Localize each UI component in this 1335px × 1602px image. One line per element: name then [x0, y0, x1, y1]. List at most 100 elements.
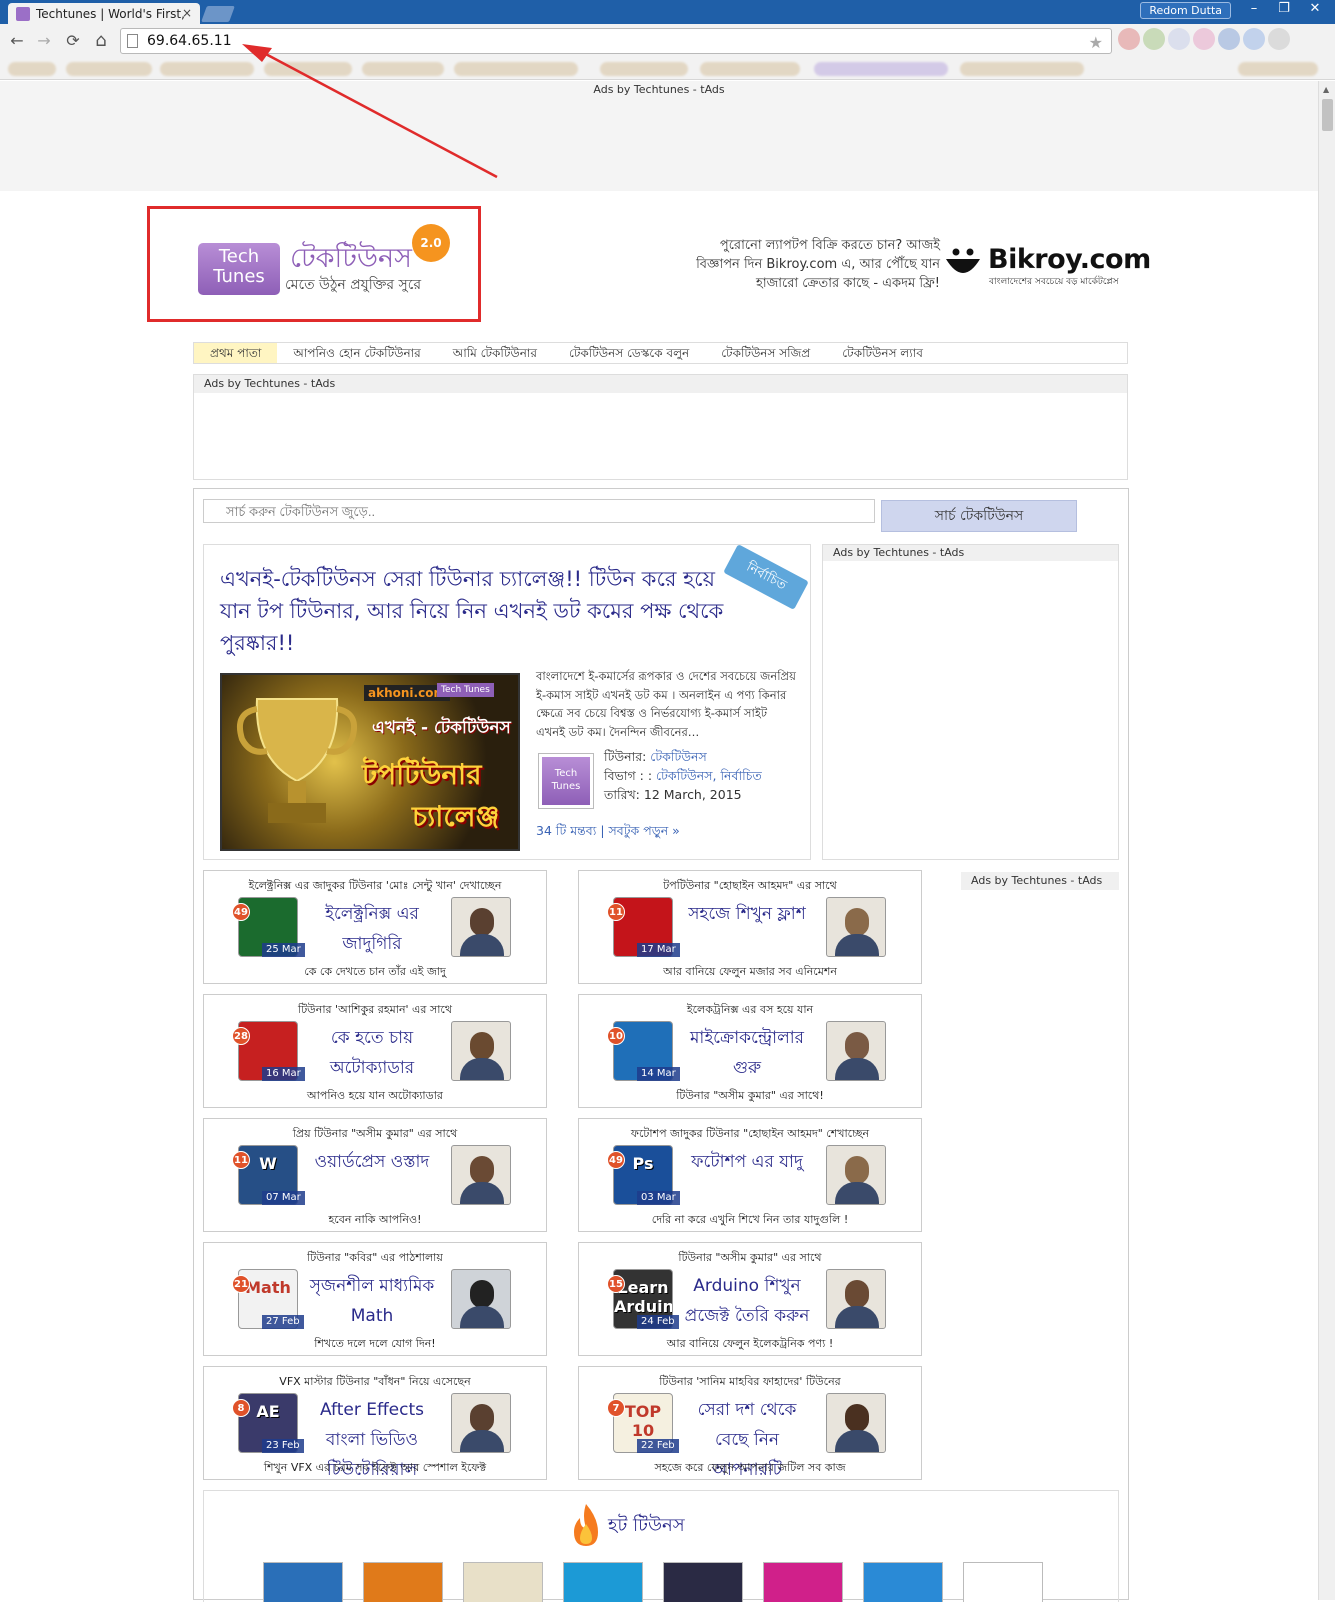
- card-title[interactable]: Arduino শিখুন প্রজেক্ট তৈরি করুন: [679, 1271, 815, 1331]
- hot-tune-thumb[interactable]: [963, 1562, 1043, 1602]
- card-title[interactable]: কে হতে চায় অটোক্যাডার: [304, 1023, 440, 1083]
- tuner-photo[interactable]: [451, 897, 511, 957]
- course-card[interactable]: টিউনার "কবির" এর পাঠশালায় Math 27 Feb 21 সৃ…: [203, 1242, 547, 1356]
- bookmark-item[interactable]: [1238, 62, 1318, 76]
- page-scrollbar[interactable]: ▲: [1318, 81, 1335, 1600]
- comments-read-more-link[interactable]: 34 টি মন্তব্য | সবটুক পড়ুন »: [536, 823, 680, 843]
- reload-icon[interactable]: ⟳: [62, 30, 84, 52]
- bookmark-item[interactable]: [362, 62, 444, 76]
- bookmark-item[interactable]: [264, 62, 352, 76]
- bookmark-item[interactable]: [454, 62, 578, 76]
- search-button[interactable]: সার্চ টেকটিউনস: [881, 500, 1077, 532]
- featured-title[interactable]: এখনই-টেকটিউনস সেরা টিউনার চ্যালেঞ্জ!! টি…: [220, 563, 730, 659]
- featured-image[interactable]: akhoni.com Tech Tunes এখনই - টেকটিউনস টপ…: [220, 673, 520, 851]
- card-footer: শিখুন VFX এর চরম সব ইফেক্ট আর স্পেশাল ইফ…: [263, 1461, 487, 1474]
- extension-icon[interactable]: [1268, 28, 1290, 50]
- card-title[interactable]: সহজে শিখুন ফ্লাশ: [679, 899, 815, 929]
- hot-tune-thumb[interactable]: [663, 1562, 743, 1602]
- person-body: [460, 1058, 504, 1080]
- hot-tune-thumb[interactable]: [763, 1562, 843, 1602]
- hot-tune-thumb[interactable]: [263, 1562, 343, 1602]
- trophy-icon: [236, 698, 358, 823]
- course-card[interactable]: VFX মাস্টার টিউনার "বাঁধন" নিয়ে এসেছেন A…: [203, 1366, 547, 1480]
- tuner-photo[interactable]: [451, 1145, 511, 1205]
- person-head: [845, 908, 869, 936]
- extension-icon[interactable]: [1243, 28, 1265, 50]
- nav-item-home[interactable]: প্রথম পাতা: [194, 343, 278, 363]
- course-card[interactable]: টপটিউনার "হোছাইন আহমদ" এর সাথে 17 Mar 11 সহ…: [578, 870, 922, 984]
- search-input[interactable]: [203, 499, 875, 523]
- extension-icon[interactable]: [1118, 28, 1140, 50]
- tuner-photo[interactable]: [826, 1393, 886, 1453]
- bookmark-item[interactable]: [160, 62, 254, 76]
- card-title[interactable]: সৃজনশীল মাধ্যমিক Math: [304, 1271, 440, 1331]
- profile-button[interactable]: Redom Dutta: [1140, 2, 1231, 19]
- course-card[interactable]: প্রিয় টিউনার "অসীম কুমার" এর সাথে W 07 Ma…: [203, 1118, 547, 1232]
- back-icon[interactable]: ←: [6, 30, 28, 52]
- forward-icon[interactable]: →: [33, 30, 55, 52]
- browser-tab-active[interactable]: Techtunes | World's First, ×: [8, 3, 200, 25]
- bookmark-star-icon[interactable]: ★: [1089, 31, 1103, 55]
- person-body: [835, 1430, 879, 1452]
- person-head: [470, 908, 494, 936]
- bookmark-item[interactable]: [960, 62, 1084, 76]
- tuner-photo[interactable]: [826, 1145, 886, 1205]
- card-title[interactable]: ইলেক্ট্রনিক্স এর জাদুগিরি: [304, 899, 440, 959]
- bookmarks-bar: [0, 58, 1335, 80]
- home-icon[interactable]: ⌂: [90, 30, 112, 52]
- card-title[interactable]: ওয়ার্ডপ্রেস ওস্তাদ: [304, 1147, 440, 1177]
- bookmark-item[interactable]: [8, 62, 56, 76]
- card-title[interactable]: ফটোশপ এর যাদু: [679, 1147, 815, 1177]
- minimize-icon[interactable]: –: [1239, 0, 1269, 18]
- extension-icon[interactable]: [1193, 28, 1215, 50]
- nav-item-sojipro[interactable]: টেকটিউনস সজিপ্র: [705, 343, 826, 363]
- extension-icon[interactable]: [1143, 28, 1165, 50]
- scrollbar-thumb[interactable]: [1322, 99, 1333, 131]
- nav-item-become-tuner[interactable]: আপনিও হোন টেকটিউনার: [277, 343, 436, 363]
- hot-tune-thumb[interactable]: [863, 1562, 943, 1602]
- hot-tune-thumb[interactable]: [563, 1562, 643, 1602]
- course-card[interactable]: ইলেকট্রনিক্স এর বস হয়ে যান 14 Mar 10 মাইক্…: [578, 994, 922, 1108]
- course-card[interactable]: টিউনার 'আশিকুর রহমান' এর সাথে 16 Mar 28 কে …: [203, 994, 547, 1108]
- course-card[interactable]: ফটোশপ জাদুকর টিউনার "হোছাইন আহমদ" শেখাচ্…: [578, 1118, 922, 1232]
- course-card[interactable]: টিউনার "অসীম কুমার" এর সাথেLearn Arduino…: [578, 1242, 922, 1356]
- tuner-photo[interactable]: [451, 1269, 511, 1329]
- bookmark-item[interactable]: [600, 62, 688, 76]
- techtunes-logo[interactable]: Tech Tunes: [198, 243, 280, 295]
- card-date-badge: 22 Feb: [637, 1439, 679, 1453]
- tuner-photo[interactable]: [826, 897, 886, 957]
- extension-icon[interactable]: [1168, 28, 1190, 50]
- address-bar[interactable]: 69.64.65.11 ★: [120, 28, 1112, 54]
- meta-category-link[interactable]: টেকটিউনস, নির্বাচিত: [656, 768, 762, 783]
- extension-icon[interactable]: [1218, 28, 1240, 50]
- nav-item-lab[interactable]: টেকটিউনস ল্যাব: [826, 343, 939, 363]
- bookmark-item[interactable]: [700, 62, 800, 76]
- close-window-icon[interactable]: ✕: [1299, 0, 1331, 18]
- scroll-up-icon[interactable]: ▲: [1323, 85, 1329, 94]
- new-tab-button[interactable]: [201, 6, 235, 22]
- nav-item-i-am-tuner[interactable]: আমি টেকটিউনার: [437, 343, 553, 363]
- meta-tuner-link[interactable]: টেকটিউনস: [650, 749, 706, 764]
- bikroy-ad-text[interactable]: পুরোনো ল্যাপটপ বিক্রি করতে চান? আজই বিজ্…: [690, 236, 940, 293]
- nav-item-tell-desk[interactable]: টেকটিউনস ডেস্ককে বলুন: [553, 343, 705, 363]
- tuner-photo[interactable]: [451, 1021, 511, 1081]
- tuner-photo[interactable]: [826, 1269, 886, 1329]
- author-avatar[interactable]: Tech Tunes: [538, 753, 594, 809]
- tuner-photo[interactable]: [451, 1393, 511, 1453]
- bookmark-item[interactable]: [814, 62, 948, 76]
- person-head: [470, 1404, 494, 1432]
- bikroy-logo[interactable]: Bikroy.com: [988, 244, 1151, 275]
- hot-tune-thumb[interactable]: [463, 1562, 543, 1602]
- logo-tagline: মেতে উঠুন প্রযুক্তির সুরে: [285, 277, 422, 293]
- restore-icon[interactable]: ❐: [1269, 0, 1299, 18]
- course-card[interactable]: ইলেক্ট্রনিক্স এর জাদুকর টিউনার 'মোঃ সেন্…: [203, 870, 547, 984]
- tab-close-icon[interactable]: ×: [182, 6, 192, 20]
- tuner-photo[interactable]: [826, 1021, 886, 1081]
- person-head: [845, 1032, 869, 1060]
- bookmark-item[interactable]: [66, 62, 152, 76]
- card-title[interactable]: মাইক্রোকন্ট্রোলার গুরু: [679, 1023, 815, 1083]
- techtunes-favicon-icon: [16, 7, 30, 21]
- course-card[interactable]: টিউনার 'সানিম মাহবির ফাহাদের' টিউনের TOP …: [578, 1366, 922, 1480]
- hot-tune-thumb[interactable]: [363, 1562, 443, 1602]
- featured-image-line3: চ্যালেঞ্জ: [412, 800, 500, 833]
